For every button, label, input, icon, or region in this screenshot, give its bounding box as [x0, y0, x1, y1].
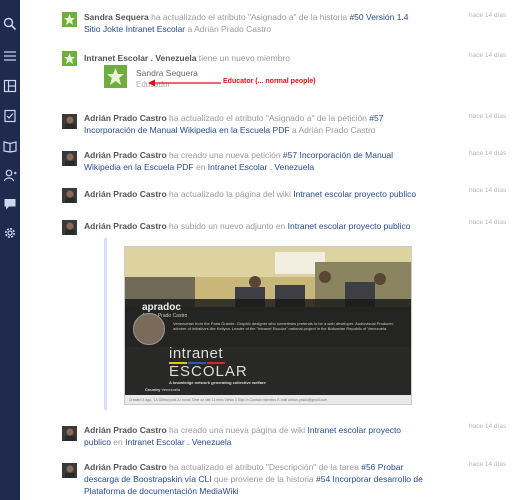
search-icon[interactable] — [3, 17, 17, 31]
wiki-link[interactable]: Intranet escolar proyecto publico — [293, 189, 416, 199]
profile-title: apradoc — [142, 302, 181, 313]
profile-country: Country Venezuela — [145, 387, 181, 392]
layout-icon[interactable] — [3, 79, 17, 93]
profile-stats: Created 3 ago, '15 Último post 21 horas … — [125, 395, 411, 404]
wiki-link[interactable]: Intranet escolar proyecto publico — [288, 221, 411, 231]
activity-text: Adrián Prado Castro ha actualizado la pá… — [84, 189, 417, 199]
activity-text: Adrián Prado Castro ha actualizado el at… — [84, 113, 384, 135]
timestamp: hace 14 días — [469, 113, 507, 120]
timestamp: hace 14 días — [469, 187, 507, 194]
avatar[interactable] — [62, 114, 77, 129]
profile-photo — [133, 313, 165, 345]
annotation-arrow — [148, 79, 221, 87]
book-icon[interactable] — [3, 139, 17, 153]
activity-text: Adrián Prado Castro ha creado una nueva … — [84, 425, 402, 447]
avatar[interactable] — [62, 188, 77, 203]
timestamp: hace 14 días — [469, 12, 507, 19]
timestamp: hace 14 días — [469, 219, 507, 226]
timestamp: hace 14 días — [469, 150, 507, 157]
user-link[interactable]: Sandra Sequera — [84, 12, 149, 22]
attachment-image[interactable]: apradoc Adrián Prado Castro Venezuelan f… — [124, 246, 412, 405]
gear-icon[interactable] — [3, 226, 17, 240]
project-link[interactable]: Intranet Escolar — [126, 24, 186, 34]
avatar[interactable] — [62, 463, 77, 478]
checklist-icon[interactable] — [3, 109, 17, 123]
logo-escolar: ESCOLAR — [169, 363, 248, 380]
project-link[interactable]: Intranet Escolar . Venezuela — [208, 162, 314, 172]
member-name[interactable]: Sandra Sequera — [136, 68, 198, 78]
user-link[interactable]: Adrián Prado Castro — [84, 425, 167, 435]
timestamp: hace 14 días — [469, 52, 507, 59]
avatar[interactable] — [62, 51, 77, 66]
logo-tagline: A knowledge network generating collectiv… — [169, 380, 266, 385]
avatar[interactable] — [62, 220, 77, 235]
project-link[interactable]: Intranet Escolar . Venezuela — [125, 437, 231, 447]
logo-intranet: intranet — [169, 345, 224, 362]
activity-text: Adrián Prado Castro ha subido un nuevo a… — [84, 221, 411, 231]
attachment-preview: apradoc Adrián Prado Castro Venezuelan f… — [104, 238, 412, 410]
avatar[interactable] — [62, 426, 77, 441]
activity-text: Adrián Prado Castro ha actualizado el at… — [84, 462, 423, 496]
avatar[interactable] — [62, 12, 77, 27]
sidebar — [0, 0, 20, 500]
menu-icon[interactable] — [3, 49, 17, 63]
activity-text: Intranet Escolar . Venezuela tiene un nu… — [84, 53, 290, 63]
user-icon[interactable] — [3, 168, 17, 182]
user-link[interactable]: Adrián Prado Castro — [84, 150, 167, 160]
user-link[interactable]: Adrián Prado Castro — [84, 189, 167, 199]
profile-description: Venezuelan from the Paria Grande. Graphi… — [173, 321, 394, 331]
timestamp: hace 14 días — [469, 461, 507, 468]
user-link[interactable]: Adrián Prado Castro — [84, 221, 167, 231]
timestamp: hace 14 días — [469, 423, 507, 430]
project-link[interactable]: Intranet Escolar . Venezuela — [84, 53, 196, 63]
activity-text: Sandra Sequera ha actualizado el atribut… — [84, 12, 409, 34]
annotation-label: Educator (... normal people) — [223, 78, 316, 85]
user-link[interactable]: Adrián Prado Castro — [84, 462, 167, 472]
avatar[interactable] — [62, 151, 77, 166]
activity-feed: Sandra Sequera ha actualizado el atribut… — [20, 0, 517, 500]
member-avatar[interactable] — [104, 65, 127, 88]
user-link[interactable]: Adrián Prado Castro — [84, 113, 167, 123]
chat-icon[interactable] — [3, 197, 17, 211]
activity-text: Adrián Prado Castro ha creado una nueva … — [84, 150, 394, 172]
